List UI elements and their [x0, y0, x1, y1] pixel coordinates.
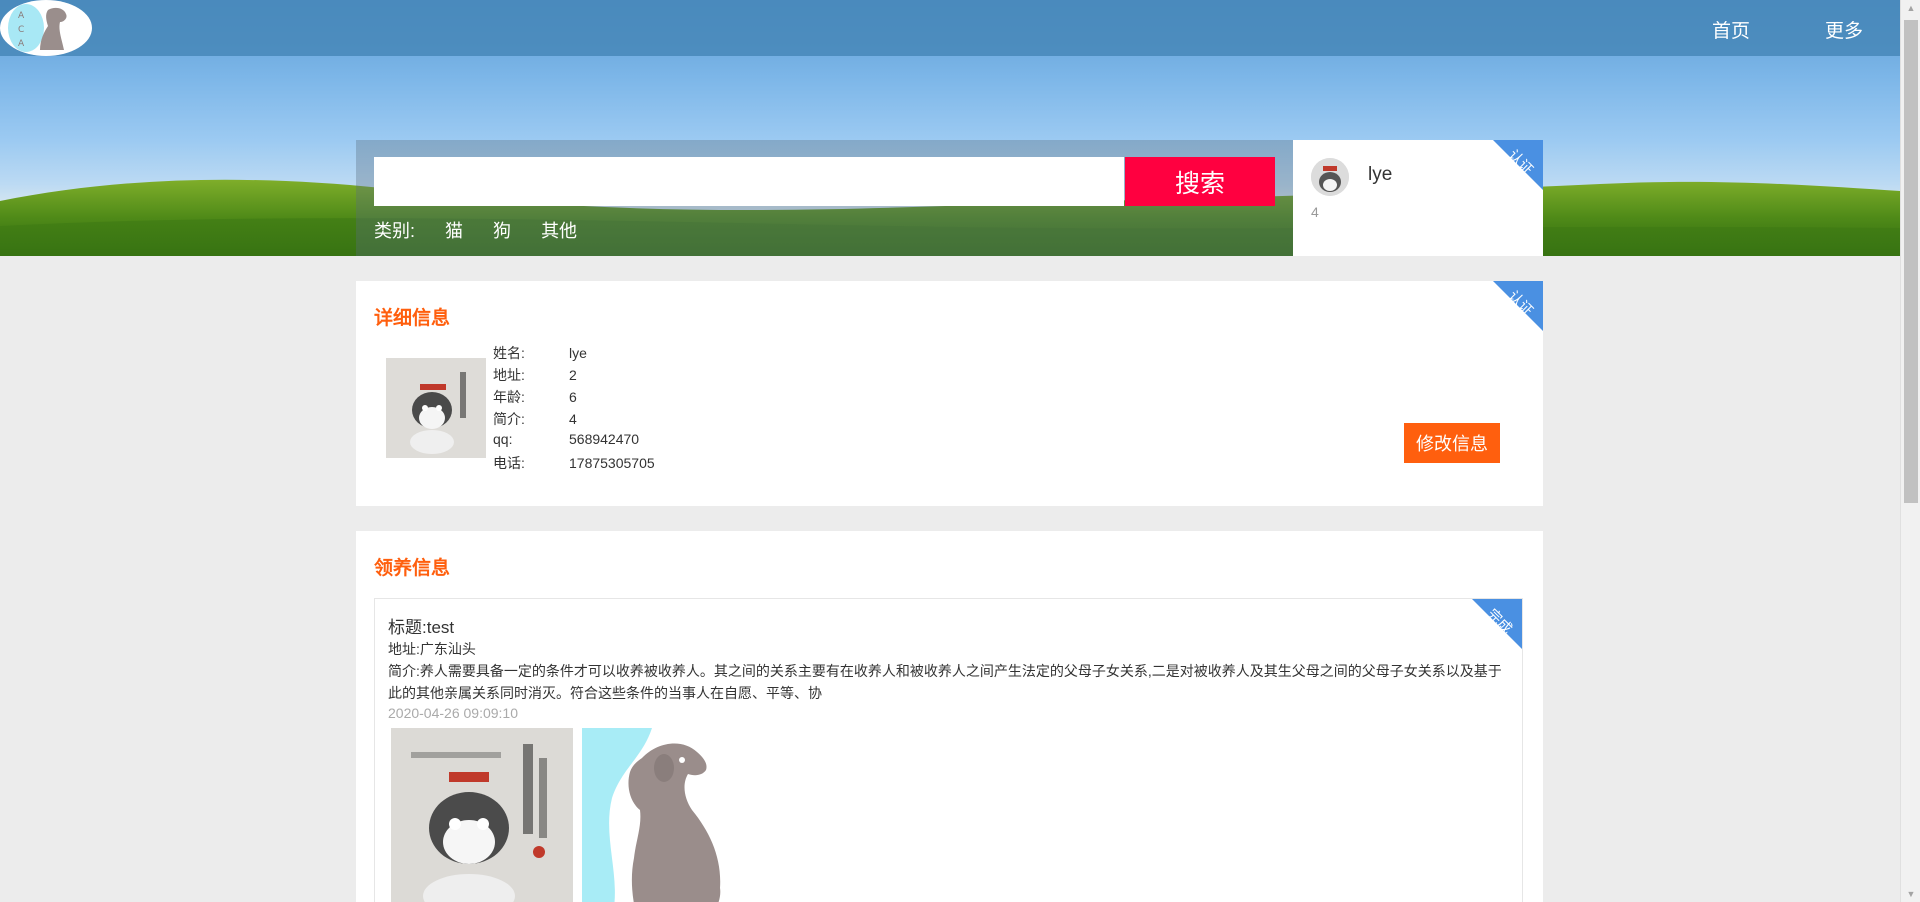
info-key: qq: [493, 431, 513, 447]
site-logo[interactable]: A C A [0, 0, 92, 56]
info-key: 电话: [493, 455, 525, 471]
info-value: 17875305705 [569, 455, 655, 471]
search-button[interactable]: 搜索 [1125, 157, 1275, 206]
info-qq: qq: 568942470 [493, 431, 639, 447]
detail-verified-ribbon: 认证 [1493, 281, 1543, 331]
info-value: lye [569, 345, 587, 361]
post-date: 2020-04-26 09:09:10 [388, 705, 518, 721]
top-navbar: A C A 首页 更多 [0, 0, 1900, 56]
info-phone: 电话: 17875305705 [493, 453, 655, 473]
user-name[interactable]: lye [1368, 164, 1392, 186]
profile-photo [386, 358, 486, 458]
search-input[interactable] [374, 157, 1124, 206]
post-image-dog[interactable] [582, 728, 760, 902]
scroll-thumb[interactable] [1904, 20, 1918, 503]
scroll-up-icon[interactable]: ▲ [1901, 0, 1920, 16]
nav-home[interactable]: 首页 [1712, 16, 1750, 43]
info-key: 简介: [493, 411, 525, 427]
info-key: 地址: [493, 367, 525, 383]
info-age: 年龄: 6 [493, 387, 577, 407]
adoption-title: 领养信息 [374, 558, 451, 579]
svg-text:C: C [18, 25, 24, 35]
adoption-post[interactable]: 完成 标题:test 地址:广东汕头 简介:养人需要具备一定的条件才可以收养被收… [374, 598, 1523, 902]
adoption-card: 领养信息 完成 标题:test 地址:广东汕头 简介:养人需要具备一定的条件才可… [356, 531, 1543, 902]
info-address: 地址: 2 [493, 365, 577, 385]
svg-text:A: A [18, 39, 25, 49]
info-value: 4 [569, 411, 577, 427]
post-intro: 简介:养人需要具备一定的条件才可以收养被收养人。其之间的关系主要有在收养人和被收… [388, 663, 1502, 701]
logo-text: A [18, 11, 25, 21]
category-cat[interactable]: 猫 [445, 217, 463, 243]
category-label: 类别: [374, 221, 416, 241]
info-key: 年龄: [493, 389, 525, 405]
post-title: 标题:test [388, 618, 455, 637]
info-value: 6 [569, 389, 577, 405]
post-address: 地址:广东汕头 [388, 641, 476, 657]
category-dog[interactable]: 狗 [493, 217, 511, 243]
scroll-down-icon[interactable]: ▼ [1901, 886, 1920, 902]
avatar[interactable] [1311, 158, 1349, 196]
verified-ribbon: 认证 [1493, 140, 1543, 190]
info-value: 2 [569, 367, 577, 383]
verified-badge: 认证 [1505, 146, 1537, 178]
detail-title: 详细信息 [374, 308, 451, 329]
user-card: lye 4 认证 [1293, 140, 1543, 256]
edit-info-button[interactable]: 修改信息 [1404, 423, 1500, 463]
category-row: 类别: 猫 狗 其他 [374, 217, 602, 243]
info-key: 姓名: [493, 345, 525, 361]
detail-verified-badge: 认证 [1505, 287, 1537, 319]
category-other[interactable]: 其他 [541, 217, 577, 243]
info-name: 姓名: lye [493, 343, 587, 363]
detail-card: 详细信息 认证 姓名: lye 地址: 2 年龄: 6 简介: 4 qq: 5689424… [356, 281, 1543, 506]
page-scrollbar[interactable]: ▲ ▼ [1900, 0, 1920, 902]
post-image-cat[interactable] [391, 728, 573, 902]
search-panel: 搜索 类别: 猫 狗 其他 [356, 140, 1293, 256]
nav-more[interactable]: 更多 [1825, 16, 1863, 43]
user-sub-info: 4 [1311, 204, 1319, 220]
info-value: 568942470 [569, 431, 640, 447]
info-intro: 简介: 4 [493, 409, 577, 429]
